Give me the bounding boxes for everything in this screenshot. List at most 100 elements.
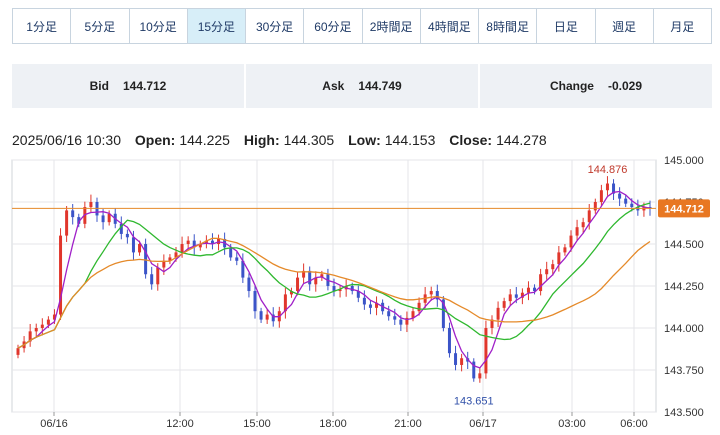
- candle-body: [447, 328, 451, 354]
- tab-timeframe-1[interactable]: 5分足: [71, 9, 130, 43]
- x-tick-label: 18:00: [319, 418, 347, 430]
- candle-body: [150, 274, 154, 285]
- timeframe-tabs: 1分足 5分足 10分足 15分足 30分足 60分足 2時間足 4時間足 8時間足 日足 週足 月足: [12, 8, 712, 44]
- candle-body: [417, 302, 421, 312]
- bid-value: 144.712: [122, 79, 167, 93]
- candle-body: [460, 358, 464, 365]
- high-value: 144.305: [283, 132, 335, 148]
- low-label: Low:: [348, 132, 381, 148]
- candle-body: [569, 235, 573, 248]
- x-tick-label: 15:00: [243, 418, 271, 430]
- candle-body: [125, 233, 129, 238]
- candle-body: [393, 316, 397, 320]
- candle-body: [253, 291, 257, 312]
- y-tick-label: 145.000: [664, 155, 704, 167]
- ask-value: 144.749: [358, 79, 402, 93]
- y-tick-label: 144.500: [664, 239, 704, 251]
- candle-body: [368, 304, 372, 308]
- tab-timeframe-5[interactable]: 60分足: [304, 9, 363, 43]
- candle-body: [624, 198, 628, 204]
- price-chart[interactable]: 145.000144.750144.500144.250144.000143.7…: [0, 150, 720, 435]
- candle-body: [557, 252, 561, 265]
- candle-body: [551, 264, 555, 270]
- candle-body: [618, 193, 622, 199]
- ask-label: Ask: [322, 79, 345, 93]
- candle-body: [399, 319, 403, 325]
- x-tick-label: 21:00: [394, 418, 422, 430]
- candle-body: [587, 210, 591, 223]
- close-value: 144.278: [496, 132, 547, 148]
- candle-body: [229, 247, 233, 258]
- tab-timeframe-2[interactable]: 10分足: [129, 9, 188, 43]
- ohlc-datetime: 2025/06/16 10:30: [12, 132, 121, 148]
- change-cell: Change -0.029: [480, 64, 712, 108]
- candle-body: [454, 353, 458, 365]
- y-tick-label: 144.000: [664, 323, 704, 335]
- candle-body: [308, 270, 312, 285]
- tab-timeframe-10[interactable]: 週足: [595, 9, 654, 43]
- tab-timeframe-8[interactable]: 8時間足: [479, 9, 538, 43]
- candle-body: [539, 274, 543, 292]
- change-label: Change: [549, 79, 594, 93]
- candle-body: [235, 257, 239, 261]
- x-tick-label: 03:00: [558, 418, 586, 430]
- candle-body: [71, 210, 75, 218]
- tab-timeframe-0[interactable]: 1分足: [13, 9, 72, 43]
- open-value: 144.225: [179, 132, 230, 148]
- candlestick-chart[interactable]: 145.000144.750144.500144.250144.000143.7…: [0, 150, 720, 435]
- y-tick-label: 143.750: [664, 365, 704, 377]
- candle-body: [514, 294, 518, 298]
- tab-timeframe-4[interactable]: 30分足: [246, 9, 305, 43]
- bid-cell: Bid 144.712: [12, 64, 244, 108]
- candle-body: [563, 247, 567, 253]
- candle-body: [16, 348, 20, 355]
- low-value: 144.153: [384, 132, 436, 148]
- candle-body: [605, 183, 609, 191]
- candle-body: [296, 277, 300, 292]
- current-bid-badge-text: 144.712: [664, 203, 704, 215]
- candle-body: [484, 328, 488, 374]
- candle-body: [180, 244, 184, 253]
- candle-body: [545, 269, 549, 275]
- quote-bar: Bid 144.712 Ask 144.749 Change -0.029: [12, 64, 712, 108]
- tab-timeframe-6[interactable]: 2時間足: [362, 9, 421, 43]
- bid-label: Bid: [89, 79, 109, 93]
- candle-body: [46, 319, 50, 325]
- tab-timeframe-11[interactable]: 月足: [653, 9, 711, 43]
- high-annotation: 144.876: [588, 164, 628, 176]
- candle-body: [144, 244, 148, 275]
- high-label: High:: [243, 132, 280, 148]
- candle-body: [599, 190, 603, 202]
- close-label: Close:: [449, 132, 493, 148]
- candle-body: [89, 202, 93, 208]
- candle-body: [630, 203, 634, 208]
- change-value: -0.029: [607, 79, 643, 93]
- candle-body: [526, 287, 530, 293]
- open-label: Open:: [134, 132, 176, 148]
- candle-body: [502, 301, 506, 308]
- tab-timeframe-9[interactable]: 日足: [537, 9, 596, 43]
- candle-body: [186, 240, 190, 244]
- x-tick-label: 06:00: [620, 418, 648, 430]
- tab-timeframe-3[interactable]: 15分足: [187, 9, 246, 43]
- candle-body: [34, 328, 38, 332]
- candle-body: [362, 297, 366, 305]
- tab-timeframe-7[interactable]: 4時間足: [420, 9, 479, 43]
- y-tick-label: 143.500: [664, 407, 704, 419]
- candle-body: [496, 307, 500, 320]
- ask-cell: Ask 144.749: [246, 64, 478, 108]
- candle-body: [247, 277, 251, 292]
- candle-body: [387, 311, 391, 317]
- ohlc-readout: 2025/06/16 10:30 Open: 144.225 High: 144.3…: [12, 132, 547, 150]
- x-tick-label: 12:00: [166, 418, 194, 430]
- candle-body: [101, 215, 105, 223]
- candle-body: [265, 314, 269, 320]
- candle-body: [259, 311, 263, 320]
- candle-body: [508, 294, 512, 302]
- candle-body: [575, 227, 579, 236]
- candle-body: [429, 291, 433, 295]
- candle-body: [65, 210, 69, 236]
- x-tick-label: 06/16: [40, 418, 68, 430]
- candle-body: [131, 237, 135, 253]
- y-tick-label: 144.250: [664, 281, 704, 293]
